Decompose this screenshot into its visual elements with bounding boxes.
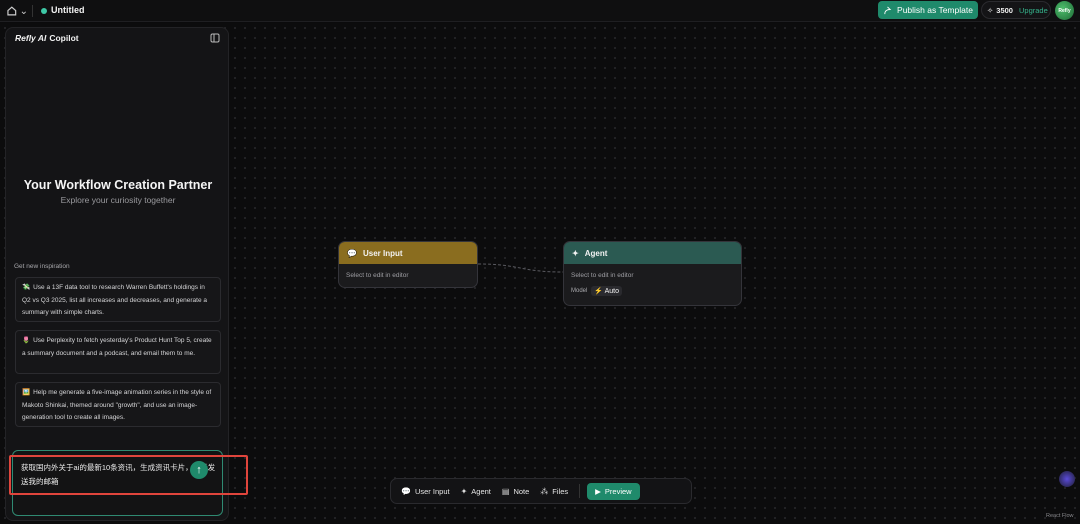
model-value: Auto [604, 288, 620, 295]
add-files-button[interactable]: ⁂ Files [540, 487, 568, 496]
react-flow-attribution[interactable]: React Flow [1046, 513, 1074, 519]
add-note-button[interactable]: ▤ Note [502, 487, 529, 496]
node-title: Agent [584, 248, 608, 258]
agent-node[interactable]: ✦ Agent Select to edit in editor Model ⚡… [563, 241, 742, 306]
note-icon: ▤ [501, 486, 510, 496]
divider [579, 484, 581, 498]
play-icon: ▶ [595, 486, 601, 496]
send-icon: ↑ [196, 464, 202, 476]
node-title: User Input [362, 248, 403, 258]
chat-input[interactable]: 获取国内外关于ai的最新10条资讯，生成资讯卡片，然后发送我的邮箱 [12, 450, 223, 516]
tool-label: Files [552, 486, 569, 496]
copilot-label: Copilot [49, 33, 79, 43]
copilot-panel: Refly AI Copilot Your Workflow Creation P… [5, 27, 229, 521]
inspiration-text: Use Perplexity to fetch yesterday's Prod… [22, 337, 212, 357]
inspiration-card[interactable]: 🌷 Use Perplexity to fetch yesterday's Pro… [15, 330, 221, 374]
money-icon: 💸 [22, 284, 31, 291]
hero-title: Your Workflow Creation Partner [23, 178, 213, 192]
copilot-title: Refly AI Copilot [15, 33, 79, 43]
brand-logo: Refly AI [15, 33, 47, 43]
user-input-node[interactable]: 💬 User Input Select to edit in editor [338, 241, 478, 288]
hero-subtitle: Explore your curiosity together [60, 195, 176, 205]
model-selector[interactable]: ⚡ Auto [591, 286, 623, 296]
inspiration-card[interactable]: 🖼️ Help me generate a five-image animatio… [15, 382, 221, 427]
tool-label: Agent [471, 486, 491, 496]
tool-label: User Input [414, 486, 450, 496]
bottom-toolbar: 💬 User Input ✦ Agent ▤ Note ⁂ Files ▶ Pr… [390, 478, 692, 504]
model-row: Model ⚡ Auto [571, 286, 734, 296]
sparkle-icon: ✦ [460, 486, 468, 496]
inspiration-card[interactable]: 💸 Use a 13F data tool to research Warren … [15, 277, 221, 322]
sparkle-icon: ✦ [572, 248, 579, 258]
assistant-orb-icon[interactable] [1059, 471, 1075, 487]
preview-label: Preview [604, 486, 632, 496]
add-user-input-button[interactable]: 💬 User Input [401, 487, 450, 496]
chat-bubble-icon: 💬 [347, 248, 357, 258]
node-header: ✦ Agent [564, 242, 741, 264]
inspiration-text: Help me generate a five-image animation … [22, 389, 212, 421]
preview-button[interactable]: ▶ Preview [587, 482, 640, 500]
node-body: Select to edit in editor Model ⚡ Auto [564, 264, 741, 296]
send-button[interactable]: ↑ [190, 461, 208, 479]
tool-label: Note [513, 486, 530, 496]
tulip-icon: 🌷 [22, 337, 31, 344]
add-agent-button[interactable]: ✦ Agent [461, 487, 491, 496]
node-hint: Select to edit in editor [571, 272, 634, 279]
lightning-icon: ⚡ [594, 288, 604, 295]
model-label: Model [571, 288, 588, 294]
chat-bubble-icon: 💬 [401, 486, 411, 496]
sidebar-collapse-icon[interactable] [210, 33, 220, 43]
inspiration-label[interactable]: Get new inspiration [14, 263, 70, 270]
picture-icon: 🖼️ [22, 389, 31, 396]
inspiration-text: Use a 13F data tool to research Warren B… [22, 284, 207, 316]
node-header: 💬 User Input [339, 242, 477, 264]
files-icon: ⁂ [540, 486, 549, 496]
node-hint: Select to edit in editor [346, 272, 409, 279]
